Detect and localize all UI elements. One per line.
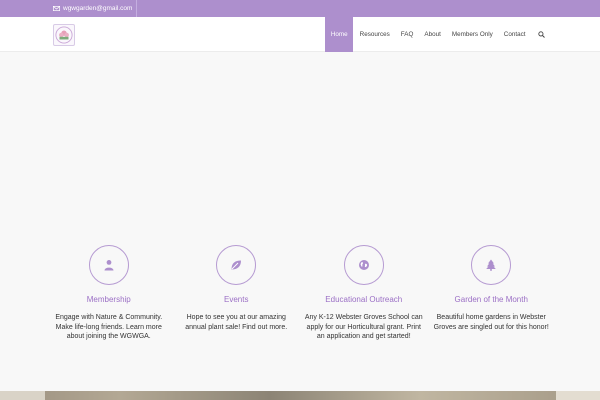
membership-icon-button[interactable] bbox=[88, 245, 129, 285]
site-header: Home Resources FAQ About Members Only Co… bbox=[0, 17, 600, 52]
email-text[interactable]: wgwgarden@gmail.com bbox=[63, 5, 132, 12]
contact-email[interactable]: wgwgarden@gmail.com bbox=[53, 0, 138, 17]
nav-item-members-only[interactable]: Members Only bbox=[446, 17, 498, 52]
garden-of-the-month-icon-button[interactable] bbox=[471, 245, 512, 285]
flower-logo-icon bbox=[55, 26, 73, 44]
nav-item-about[interactable]: About bbox=[419, 17, 446, 52]
nav-item-faq[interactable]: FAQ bbox=[395, 17, 419, 52]
feature-title[interactable]: Educational Outreach bbox=[325, 295, 402, 304]
globe-icon bbox=[358, 260, 369, 270]
feature-title[interactable]: Garden of the Month bbox=[455, 295, 528, 304]
features-row: Membership Engage with Nature & Communit… bbox=[45, 242, 555, 342]
site-logo[interactable] bbox=[53, 24, 75, 46]
feature-description: Beautiful home gardens in Webster Groves… bbox=[433, 314, 549, 331]
mail-icon bbox=[53, 6, 60, 11]
nav-item-contact[interactable]: Contact bbox=[498, 17, 531, 52]
photo-banner-left-edge bbox=[0, 391, 45, 400]
events-icon-button[interactable] bbox=[216, 245, 257, 285]
garden-photo-banner bbox=[0, 391, 600, 400]
nav-item-home[interactable]: Home bbox=[325, 17, 354, 52]
feature-title[interactable]: Events bbox=[224, 295, 248, 304]
main-nav: Home Resources FAQ About Members Only Co… bbox=[325, 17, 545, 52]
feature-events: Events Hope to see you at our amazing an… bbox=[173, 242, 301, 342]
feature-garden-of-the-month: Garden of the Month Beautiful home garde… bbox=[428, 242, 556, 342]
feature-educational-outreach: Educational Outreach Any K-12 Webster Gr… bbox=[300, 242, 428, 342]
search-button[interactable] bbox=[531, 17, 545, 52]
feature-title[interactable]: Membership bbox=[87, 295, 131, 304]
feature-description: Engage with Nature & Community. Make lif… bbox=[55, 314, 163, 340]
search-icon bbox=[538, 31, 545, 38]
leaf-icon bbox=[231, 260, 242, 270]
educational-outreach-icon-button[interactable] bbox=[343, 245, 384, 285]
photo-banner-right-edge bbox=[556, 391, 600, 400]
feature-description: Hope to see you at our amazing annual pl… bbox=[185, 314, 288, 331]
top-bar: wgwgarden@gmail.com bbox=[0, 0, 600, 17]
hero-area bbox=[0, 52, 600, 242]
feature-membership: Membership Engage with Nature & Communit… bbox=[45, 242, 173, 342]
tree-icon bbox=[486, 259, 497, 271]
nav-item-resources[interactable]: Resources bbox=[354, 17, 395, 52]
user-icon bbox=[104, 260, 114, 271]
feature-description: Any K-12 Webster Groves School can apply… bbox=[304, 314, 423, 340]
